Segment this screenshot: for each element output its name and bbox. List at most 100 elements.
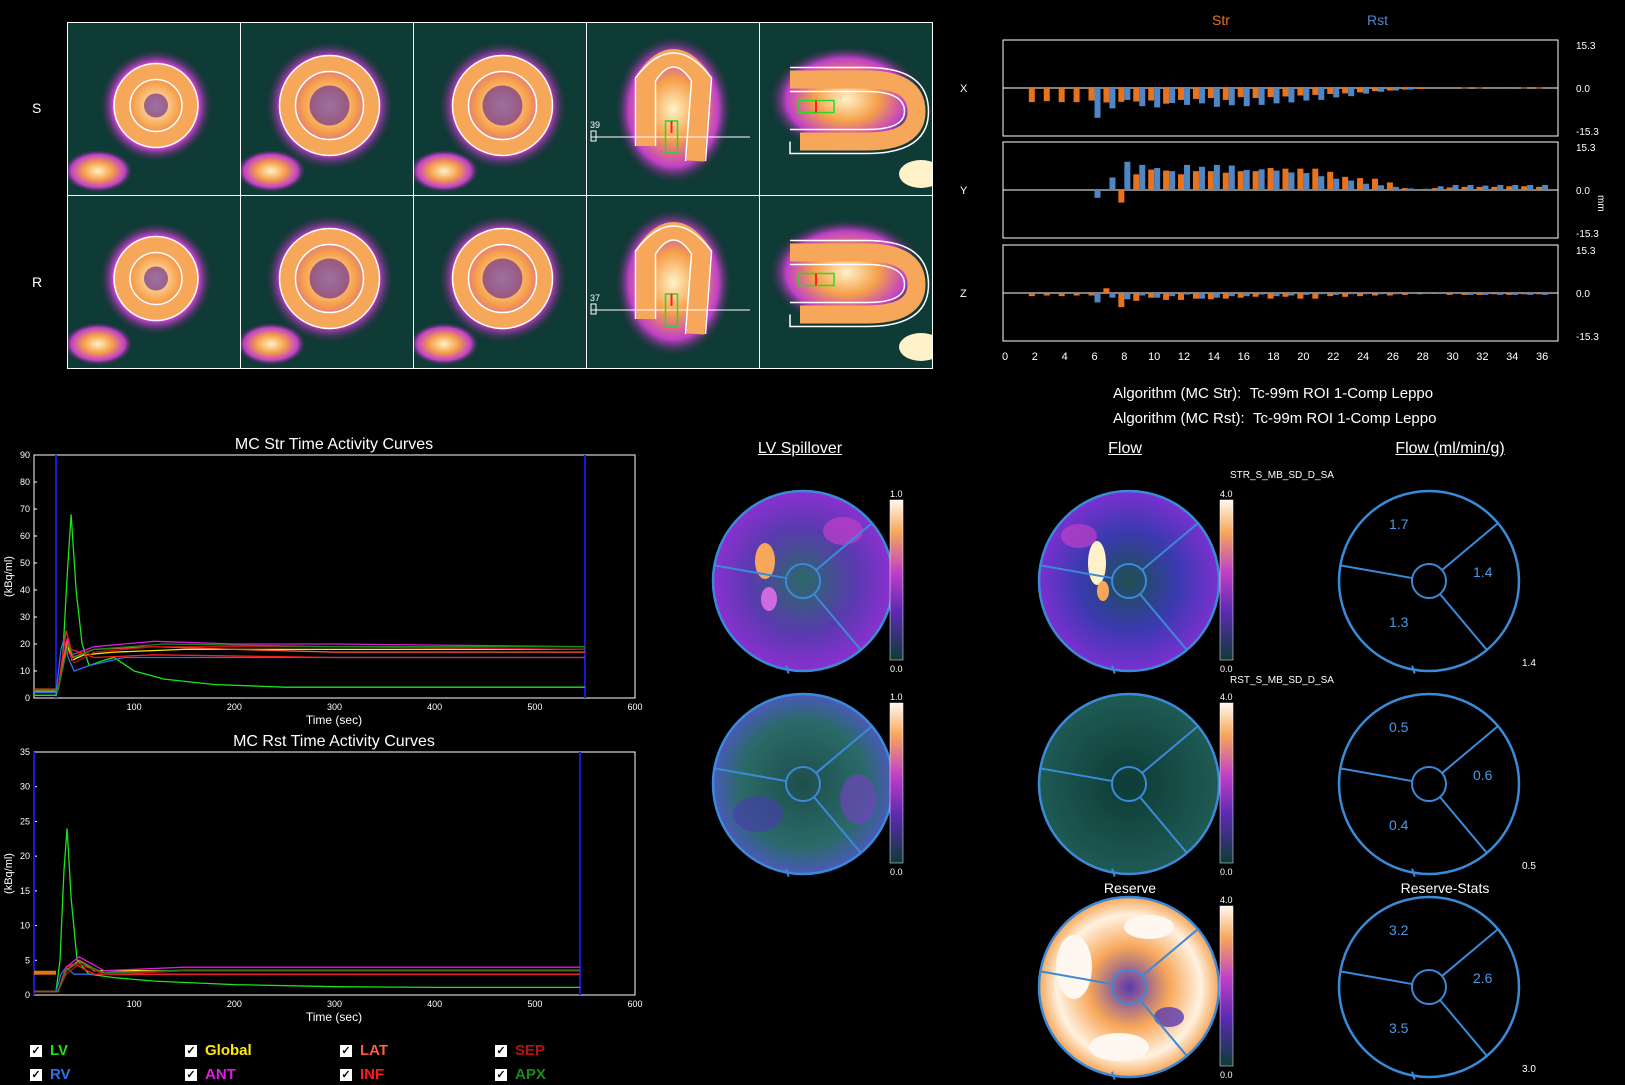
motion-bar-str (1327, 88, 1334, 94)
checkbox-icon[interactable]: ✓ (340, 1044, 352, 1057)
motion-bar-str (1178, 174, 1185, 190)
tac-x-tick: 600 (627, 999, 642, 1009)
polar-hotspot (761, 587, 777, 611)
slice-image: 37 (587, 196, 759, 368)
polar-map (711, 489, 895, 673)
motion-bar-rst (1139, 88, 1146, 107)
motion-bar-rst (1169, 88, 1176, 104)
checkbox-icon[interactable]: ✓ (495, 1044, 507, 1057)
stress-tac-chart: MC Str Time Activity Curves 0 10 20 30 40 50 60… (3, 436, 643, 727)
motion-bar-rst (1184, 88, 1191, 105)
tac-y-tick: 0 (25, 693, 30, 703)
motion-bar-rst (1407, 293, 1414, 294)
motion-tick-label: -15.3 (1576, 229, 1599, 240)
slice-tile-sa[interactable]: SA (413, 195, 587, 369)
motion-bar-rst (1542, 293, 1549, 295)
motion-bar-str (1357, 293, 1364, 297)
global-value: 3.0 (1522, 1064, 1536, 1075)
motion-bar-rst (1273, 88, 1280, 104)
slice-tile-sa[interactable]: SA (240, 195, 414, 369)
tac-y-tick: 70 (20, 504, 30, 514)
checkbox-icon[interactable]: ✓ (185, 1044, 197, 1057)
motion-x-tick: 32 (1476, 351, 1488, 363)
checkbox-icon[interactable]: ✓ (30, 1068, 42, 1081)
motion-tick-label: 0.0 (1576, 84, 1590, 95)
polar-hotspot (733, 796, 783, 832)
checkbox-icon[interactable]: ✓ (340, 1068, 352, 1081)
global-value: 0.5 (1522, 861, 1536, 872)
motion-bar-rst (1213, 164, 1220, 190)
slice-image (241, 196, 413, 368)
scale-min-label: 0.0 (1220, 664, 1233, 674)
checkbox-icon[interactable]: ✓ (185, 1068, 197, 1081)
motion-bar-str (1118, 190, 1125, 203)
slice-tile-sa[interactable]: SA (413, 22, 587, 196)
sector-value-right: 0.6 (1473, 767, 1493, 783)
color-scale-bar (1219, 702, 1234, 864)
checkbox-icon[interactable]: ✓ (495, 1068, 507, 1081)
motion-bar-rst (1213, 88, 1220, 107)
motion-bar-rst (1318, 176, 1325, 190)
sector-value-bottom: 1.3 (1389, 614, 1409, 630)
motion-bar-str (1371, 88, 1378, 92)
motion-bar-str (1446, 293, 1453, 295)
legend-toggle-apx[interactable]: ✓ APX (495, 1066, 546, 1083)
legend-toggle-global[interactable]: ✓ Global (185, 1042, 252, 1059)
polar-hotspot (1061, 524, 1097, 548)
scale-max-label: 1.0 (890, 489, 903, 499)
motion-bar-str (1163, 170, 1170, 190)
checkbox-icon[interactable]: ✓ (30, 1044, 42, 1057)
legend-toggle-inf[interactable]: ✓ INF (340, 1066, 384, 1083)
motion-bar-str (1461, 186, 1468, 190)
tac-x-label: Time (sec) (306, 713, 362, 727)
motion-bar-rst (1139, 293, 1146, 296)
legend-toggle-ant[interactable]: ✓ ANT (185, 1066, 236, 1083)
motion-bar-rst (1184, 164, 1191, 190)
motion-bar-str (1163, 293, 1170, 300)
motion-bar-rst (1303, 173, 1310, 190)
motion-bar-rst (1422, 293, 1429, 294)
motion-bar-str (1252, 171, 1259, 190)
legend-toggle-lat[interactable]: ✓ LAT (340, 1042, 388, 1059)
motion-bar-str (1222, 172, 1229, 190)
motion-bar-rst (1542, 184, 1549, 190)
motion-bar-str (1491, 293, 1498, 295)
motion-bar-rst (1169, 293, 1176, 297)
legend-toggle-lv[interactable]: ✓ LV (30, 1042, 68, 1059)
slice-tile-hla[interactable]: HLA39 (586, 22, 760, 196)
stats-polar-ring (1337, 489, 1521, 673)
tac-y-label: (kBq/ml) (3, 853, 15, 894)
slice-tile-hla[interactable]: HLA37 (586, 195, 760, 369)
slice-tile-vla[interactable]: VLA (759, 195, 933, 369)
motion-bar-str (1222, 88, 1229, 100)
tac-y-tick: 10 (20, 666, 30, 676)
tac-y-label: (kBq/ml) (3, 556, 15, 597)
polar-center-ring (1411, 766, 1447, 802)
slice-tile-sa[interactable]: SA (67, 195, 241, 369)
algorithm-str: Algorithm (MC Str): Tc-99m ROI 1-Comp Le… (1113, 385, 1433, 402)
legend-toggle-rv[interactable]: ✓ RV (30, 1066, 71, 1083)
tac-x-tick: 200 (227, 702, 242, 712)
motion-bar-rst (1243, 293, 1250, 297)
motion-bar-rst (1377, 88, 1384, 92)
slice-image (414, 196, 586, 368)
motion-bar-str (1178, 293, 1185, 300)
slice-tile-sa[interactable]: SA (67, 22, 241, 196)
legend-label: ANT (205, 1066, 236, 1083)
motion-bar-str (1521, 186, 1528, 190)
motion-bar-rst (1318, 88, 1325, 100)
motion-bar-rst (1482, 293, 1489, 295)
motion-x-tick: 28 (1417, 351, 1429, 363)
motion-bar-rst (1467, 184, 1474, 190)
legend-toggle-sep[interactable]: ✓ SEP (495, 1042, 545, 1059)
slice-tile-sa[interactable]: SA (240, 22, 414, 196)
motion-bar-str (1043, 293, 1050, 296)
motion-bar-rst (1497, 184, 1504, 190)
slice-number: 37 (590, 293, 600, 303)
stats-polar-ring (1337, 895, 1521, 1079)
motion-bar-rst (1303, 88, 1310, 101)
motion-bar-rst (1273, 170, 1280, 190)
motion-bar-rst (1377, 185, 1384, 190)
slice-tile-vla[interactable]: VLA (759, 22, 933, 196)
motion-bar-str (1491, 87, 1498, 89)
